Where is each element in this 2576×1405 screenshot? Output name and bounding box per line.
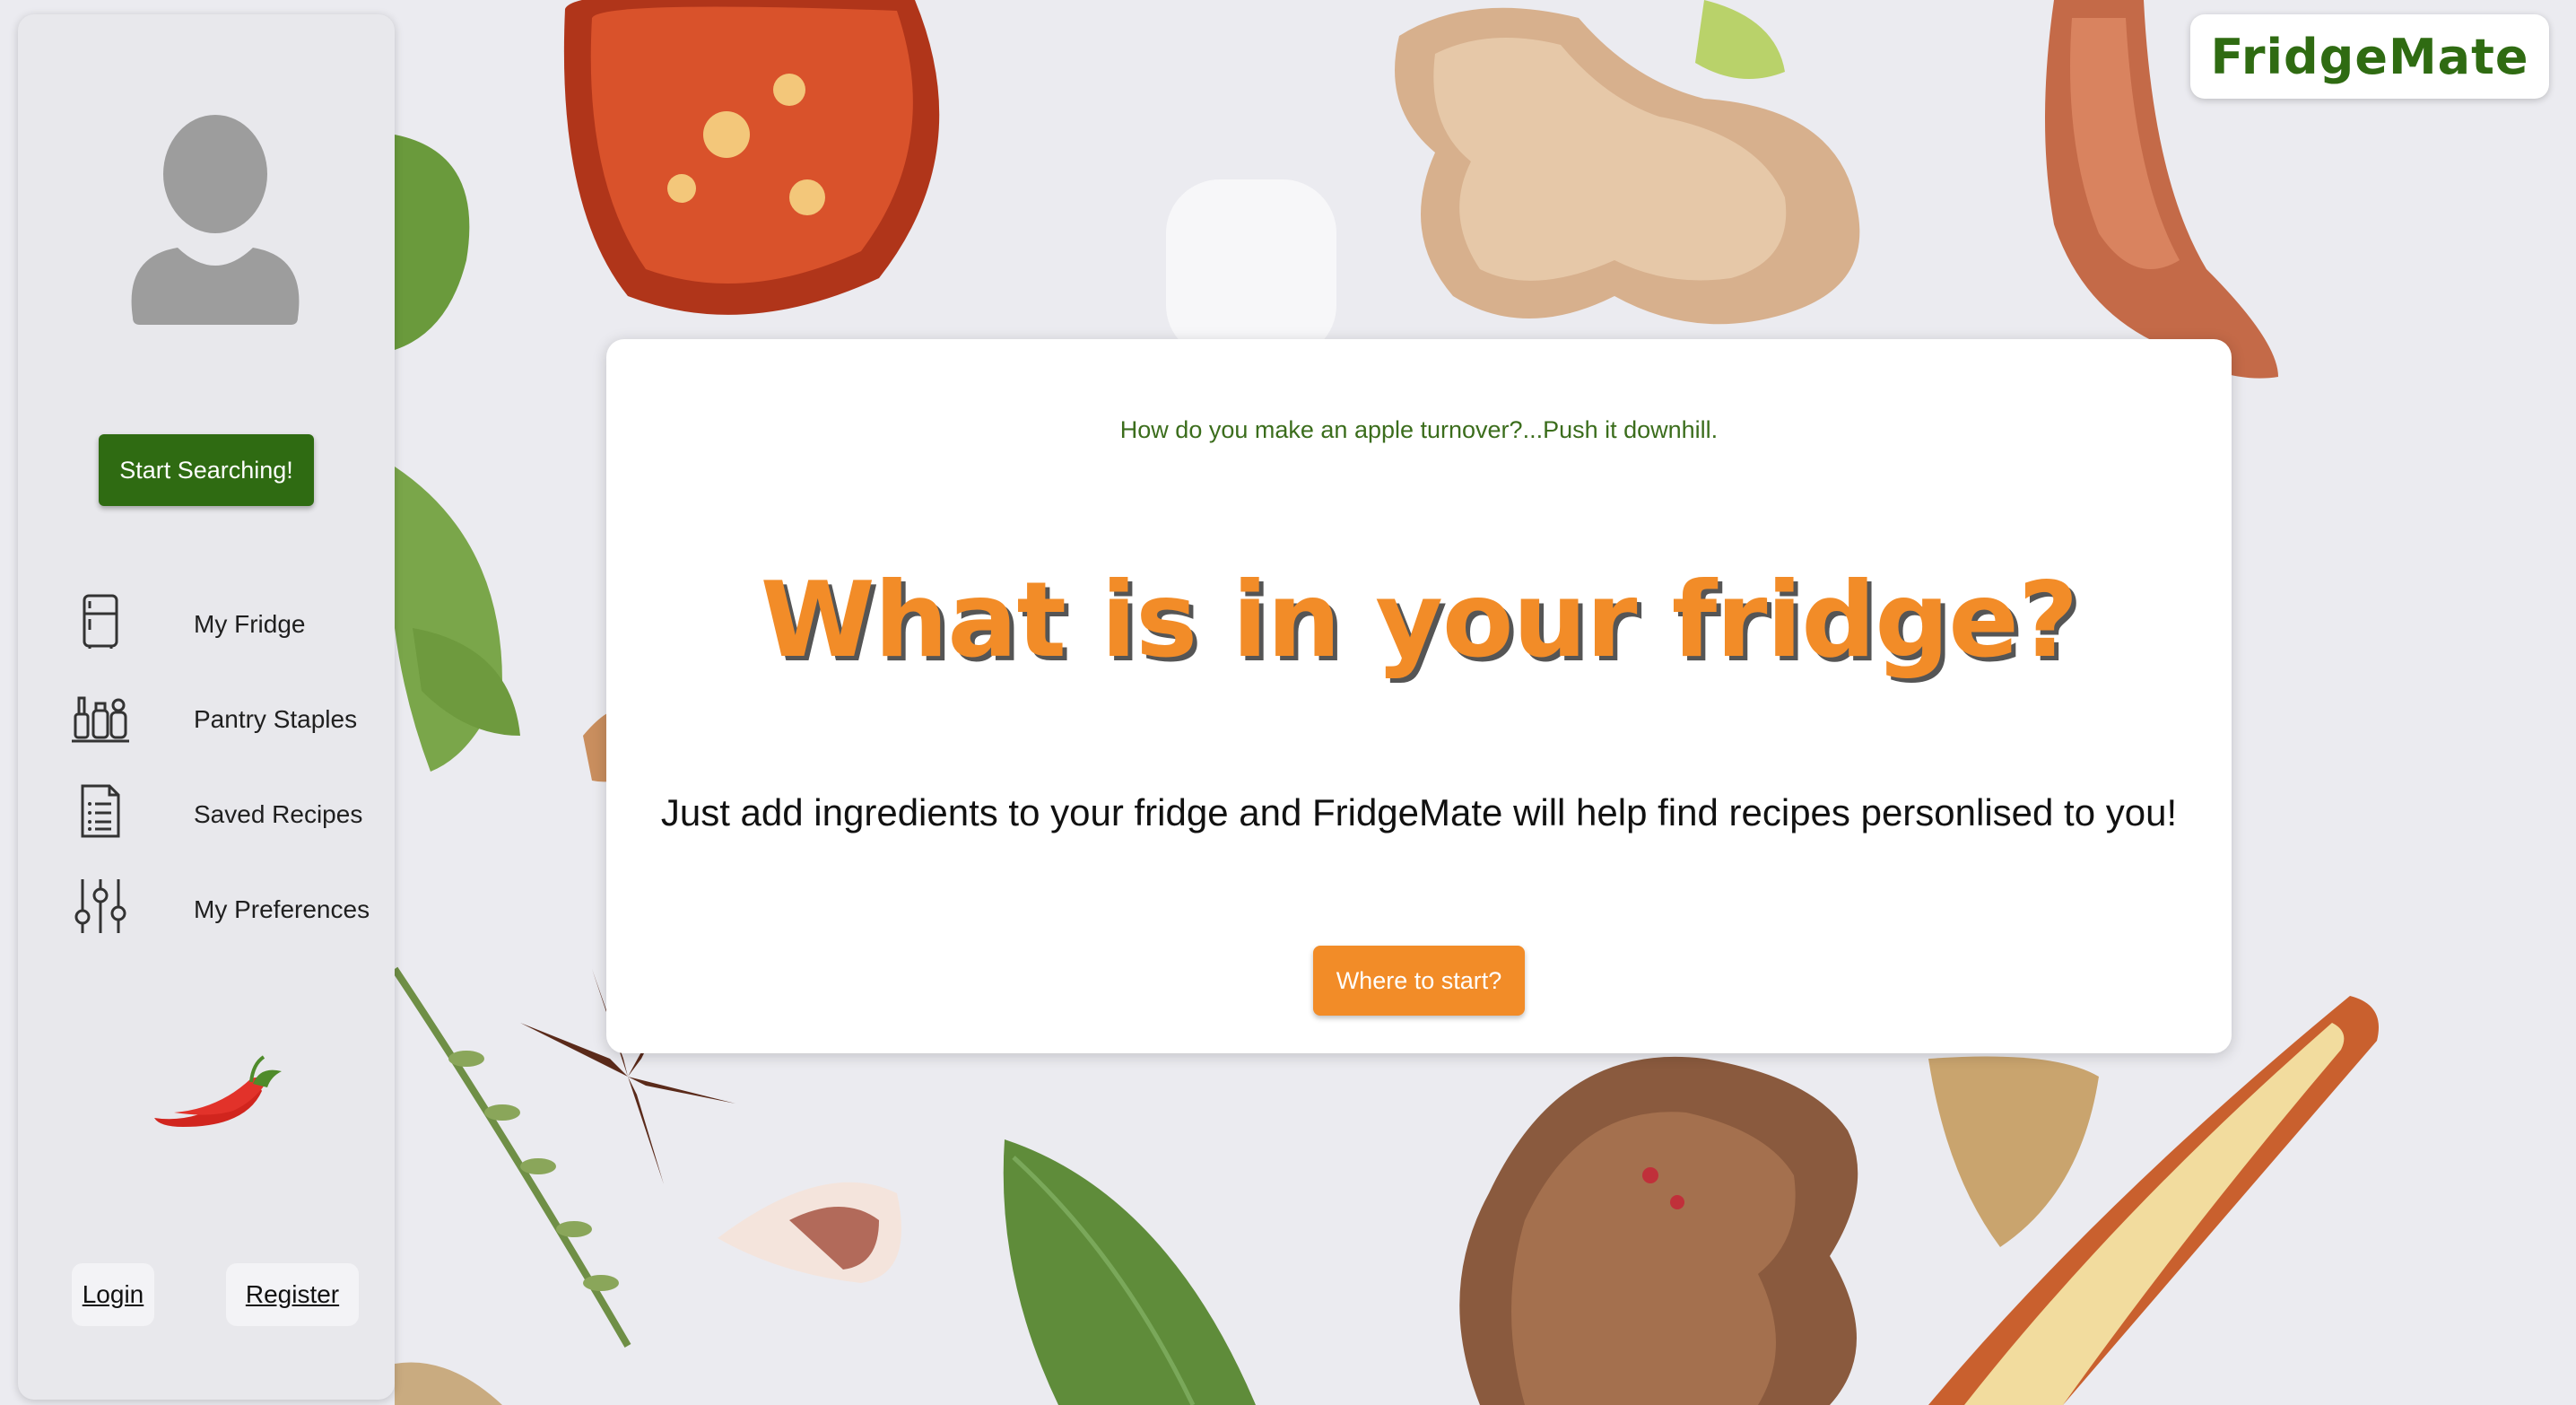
sliders-icon: [74, 879, 126, 933]
sidebar-item-label: My Fridge: [194, 610, 306, 638]
sidebar-item-saved-recipes[interactable]: Saved Recipes: [72, 782, 377, 845]
user-avatar-icon[interactable]: [115, 113, 316, 328]
sidebar-item-label: Pantry Staples: [194, 705, 358, 733]
sidebar-item-label: Saved Recipes: [194, 800, 363, 828]
welcome-card: How do you make an apple turnover?...Pus…: [606, 339, 2232, 1053]
fridge-icon: [83, 594, 118, 649]
intro-text: Just add ingredients to your fridge and …: [660, 791, 2178, 833]
brand-logo[interactable]: FridgeMate: [2190, 14, 2549, 99]
register-link[interactable]: Register: [226, 1263, 359, 1326]
page-headline: What is in your fridge?: [760, 560, 2079, 681]
sidebar-item-my-preferences[interactable]: My Preferences: [72, 877, 377, 940]
pantry-jars-icon: [72, 696, 129, 743]
recipe-list-icon: [81, 784, 120, 838]
sidebar-item-label: My Preferences: [194, 895, 370, 923]
where-to-start-button[interactable]: Where to start?: [1313, 946, 1525, 1016]
joke-text: How do you make an apple turnover?...Pus…: [1119, 416, 1719, 443]
chilli-pepper-icon: [154, 1055, 282, 1127]
sidebar: Start Searching! My Fridge Pantry Staple…: [18, 14, 395, 1400]
login-link[interactable]: Login: [72, 1263, 154, 1326]
sidebar-item-my-fridge[interactable]: My Fridge: [72, 592, 377, 655]
sidebar-item-pantry-staples[interactable]: Pantry Staples: [72, 687, 377, 750]
start-searching-button[interactable]: Start Searching!: [99, 434, 314, 506]
